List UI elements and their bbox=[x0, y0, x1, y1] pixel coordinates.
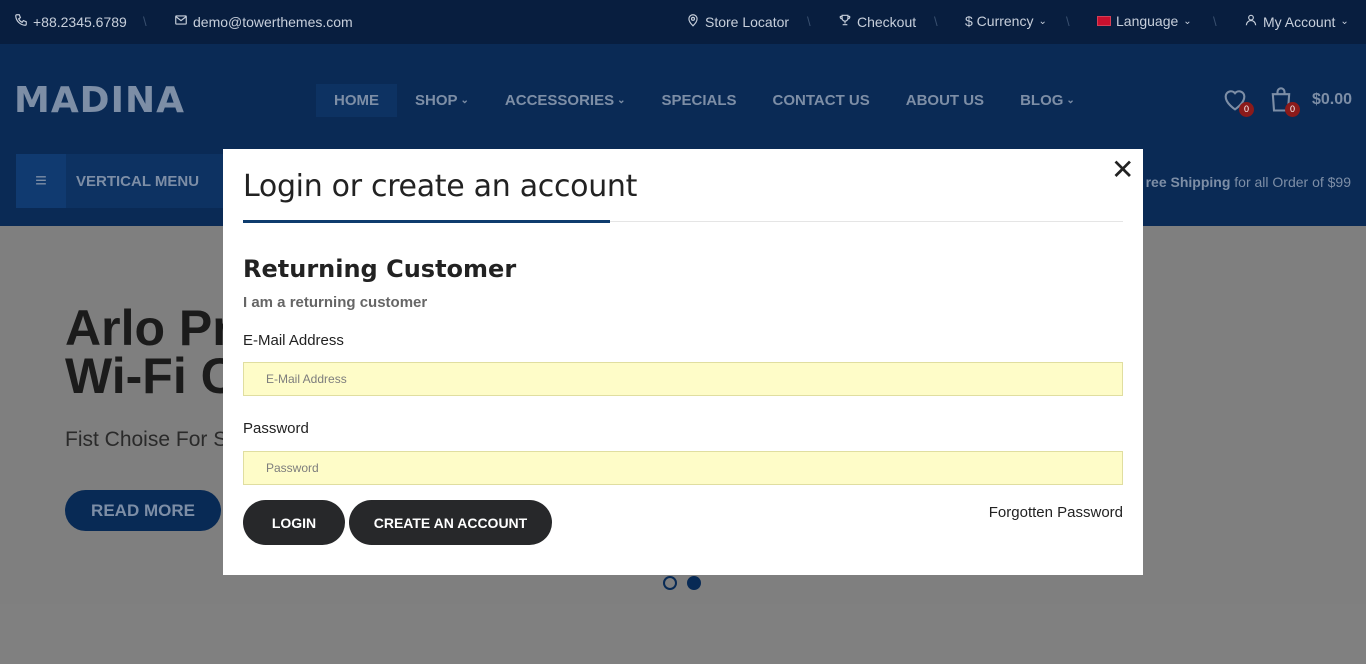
cart-button[interactable]: 0 bbox=[1266, 86, 1300, 117]
phone-number: +88.2345.6789 bbox=[33, 13, 127, 30]
cart-total[interactable]: $0.00 bbox=[1312, 91, 1352, 109]
hamburger-icon: ≡ bbox=[16, 154, 66, 208]
nav-item-blog[interactable]: BLOG ⌄ bbox=[1002, 84, 1093, 117]
shipping-highlight: ree Shipping bbox=[1145, 174, 1231, 190]
trophy-icon bbox=[838, 13, 852, 30]
currency-dropdown[interactable]: $ Currency ⌄ bbox=[965, 13, 1047, 29]
chevron-down-icon: ⌄ bbox=[1183, 15, 1192, 27]
wishlist-button[interactable]: 0 bbox=[1220, 86, 1254, 117]
nav-label: ABOUT US bbox=[905, 92, 985, 109]
store-locator-link[interactable]: Store Locator bbox=[686, 13, 789, 30]
divider: \ bbox=[934, 14, 938, 29]
email-label: E-Mail Address bbox=[243, 332, 344, 349]
nav-label: SHOP bbox=[415, 92, 458, 109]
store-locator-label: Store Locator bbox=[705, 13, 790, 30]
password-field[interactable] bbox=[243, 451, 1123, 485]
nav-label: CONTACT US bbox=[772, 92, 870, 109]
chevron-down-icon: ⌄ bbox=[1038, 15, 1047, 27]
phone-icon bbox=[14, 13, 28, 30]
main-header: MADINA HOME SHOP ⌄ ACCESSORIES ⌄ SPECIALS … bbox=[0, 44, 1366, 150]
section-title: Returning Customer bbox=[243, 255, 517, 283]
shipping-text: for all Order of $99 bbox=[1230, 174, 1351, 190]
forgotten-password-link[interactable]: Forgotten Password bbox=[989, 504, 1123, 521]
login-modal: ✕ Login or create an account Returning C… bbox=[223, 149, 1143, 575]
location-pin-icon bbox=[686, 13, 700, 30]
checkout-link[interactable]: Checkout bbox=[838, 13, 916, 30]
language-dropdown[interactable]: Language ⌄ bbox=[1097, 13, 1192, 29]
modal-title: Login or create an account bbox=[243, 169, 638, 204]
email-field[interactable] bbox=[243, 362, 1123, 396]
nav-item-contact-us[interactable]: CONTACT US bbox=[755, 84, 888, 117]
slider-pagination bbox=[663, 576, 701, 590]
divider: \ bbox=[807, 14, 811, 29]
nav-item-specials[interactable]: SPECIALS bbox=[644, 84, 755, 117]
free-shipping-notice: ree Shipping for all Order of $99 bbox=[1146, 174, 1351, 190]
nav-label: BLOG bbox=[1020, 92, 1064, 109]
mail-icon bbox=[174, 13, 188, 30]
nav-item-accessories[interactable]: ACCESSORIES ⌄ bbox=[487, 84, 644, 117]
nav-item-about-us[interactable]: ABOUT US bbox=[888, 84, 1002, 117]
divider: \ bbox=[143, 14, 147, 29]
site-logo[interactable]: MADINA bbox=[14, 80, 185, 121]
chevron-down-icon: ⌄ bbox=[1340, 16, 1349, 27]
create-account-button[interactable]: CREATE AN ACCOUNT bbox=[349, 500, 552, 545]
nav-item-home[interactable]: HOME bbox=[316, 84, 397, 117]
my-account-label: My Account bbox=[1263, 13, 1336, 30]
email-contact[interactable]: demo@towerthemes.com bbox=[174, 13, 353, 30]
login-button[interactable]: LOGIN bbox=[243, 500, 345, 545]
divider: \ bbox=[1213, 14, 1217, 29]
user-icon bbox=[1244, 13, 1258, 30]
header-icons: 0 0 $0.00 bbox=[1220, 86, 1352, 117]
wishlist-count-badge: 0 bbox=[1238, 102, 1254, 117]
close-icon[interactable]: ✕ bbox=[1111, 156, 1134, 184]
cart-count-badge: 0 bbox=[1284, 102, 1300, 117]
nav-label: SPECIALS bbox=[661, 92, 737, 109]
title-underline bbox=[243, 220, 610, 223]
chevron-down-icon: ⌄ bbox=[1066, 95, 1075, 106]
my-account-dropdown[interactable]: My Account ⌄ bbox=[1244, 13, 1349, 30]
phone-contact[interactable]: +88.2345.6789 bbox=[14, 13, 127, 30]
vertical-menu-toggle[interactable]: ≡ VERTICAL MENU bbox=[16, 154, 226, 208]
chevron-down-icon: ⌄ bbox=[460, 95, 469, 106]
page-content-area bbox=[0, 604, 1366, 664]
checkout-label: Checkout bbox=[857, 13, 917, 30]
vertical-menu-label: VERTICAL MENU bbox=[76, 172, 200, 190]
slider-dot-active[interactable] bbox=[687, 576, 701, 590]
nav-item-shop[interactable]: SHOP ⌄ bbox=[397, 84, 487, 117]
flag-icon bbox=[1097, 16, 1111, 26]
main-nav: HOME SHOP ⌄ ACCESSORIES ⌄ SPECIALS CONTACT… bbox=[316, 84, 1093, 117]
divider: \ bbox=[1066, 14, 1070, 29]
slider-dot[interactable] bbox=[663, 576, 677, 590]
language-label: Language bbox=[1116, 13, 1179, 29]
section-subtitle: I am a returning customer bbox=[243, 294, 428, 311]
email-address: demo@towerthemes.com bbox=[193, 13, 353, 30]
currency-label: $ Currency bbox=[965, 13, 1034, 29]
nav-label: HOME bbox=[334, 92, 379, 109]
chevron-down-icon: ⌄ bbox=[617, 95, 626, 106]
nav-label: ACCESSORIES bbox=[504, 92, 615, 109]
read-more-button[interactable]: READ MORE bbox=[65, 490, 221, 531]
top-bar: +88.2345.6789 \ demo@towerthemes.com Sto… bbox=[0, 0, 1366, 44]
password-label: Password bbox=[243, 420, 309, 437]
hero-subtitle: Fist Choise For S bbox=[65, 428, 228, 451]
